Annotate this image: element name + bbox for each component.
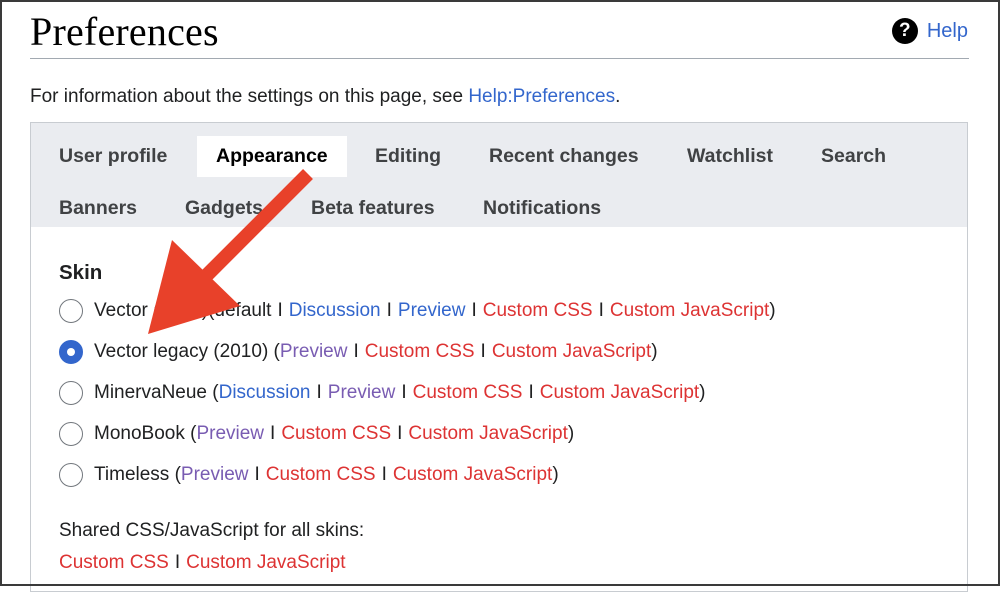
separator: I (277, 300, 283, 321)
tab-search[interactable]: Search (821, 145, 886, 168)
close-paren: ) (769, 300, 776, 321)
tab-gadgets[interactable]: Gadgets (185, 197, 263, 220)
skin-name: Vector legacy (2010) (94, 341, 269, 362)
radio-vector-2022[interactable] (59, 299, 83, 323)
intro-suffix: . (615, 86, 621, 107)
preview-link[interactable]: Preview (181, 464, 249, 486)
shared-custom-css-link[interactable]: Custom CSS (59, 552, 169, 573)
question-circle-icon: ? (891, 18, 918, 44)
separator: I (401, 382, 407, 403)
separator: I (397, 423, 403, 444)
skin-name: MonoBook (94, 423, 185, 444)
tab-notifications[interactable]: Notifications (483, 197, 601, 220)
custom-javascript-link[interactable]: Custom JavaScript (540, 382, 699, 404)
preferences-panel: User profile Appearance Editing Recent c… (30, 122, 968, 592)
custom-javascript-link[interactable]: Custom JavaScript (393, 464, 552, 486)
preview-link[interactable]: Preview (328, 382, 396, 404)
tab-user-profile[interactable]: User profile (59, 145, 167, 168)
tab-banners[interactable]: Banners (59, 197, 137, 220)
separator: I (480, 341, 486, 362)
skin-option-monobook: MonoBook (Preview I Custom CSS I Custom … (59, 422, 574, 446)
custom-javascript-link[interactable]: Custom JavaScript (492, 341, 651, 363)
discussion-link[interactable]: Discussion (219, 382, 311, 404)
preferences-tabs: User profile Appearance Editing Recent c… (31, 123, 967, 227)
close-paren: ) (651, 341, 658, 362)
shared-css-js-label: Shared CSS/JavaScript for all skins: (59, 520, 365, 541)
skin-option-vector-legacy: Vector legacy (2010) (Preview I Custom C… (59, 340, 658, 364)
shared-css-js-links: Custom CSS I Custom JavaScript (59, 552, 346, 574)
preview-link[interactable]: Preview (398, 300, 466, 322)
separator: I (471, 300, 477, 321)
help-label: Help (926, 19, 968, 42)
close-paren: ) (699, 382, 706, 403)
skin-name: MinervaNeue (94, 382, 207, 403)
radio-timeless[interactable] (59, 463, 83, 487)
skin-option-vector-2022: Vector (2022) (default I Discussion I Pr… (59, 299, 776, 323)
intro-text-body: For information about the settings on th… (30, 86, 469, 107)
custom-css-link[interactable]: Custom CSS (281, 423, 391, 445)
custom-css-link[interactable]: Custom CSS (413, 382, 523, 404)
separator: I (353, 341, 359, 362)
separator: I (254, 464, 260, 485)
tab-appearance[interactable]: Appearance (197, 136, 347, 177)
separator: I (598, 300, 604, 321)
custom-css-link[interactable]: Custom CSS (266, 464, 376, 486)
separator: I (386, 300, 392, 321)
radio-monobook[interactable] (59, 422, 83, 446)
preview-link[interactable]: Preview (196, 423, 264, 445)
radio-vector-legacy[interactable] (59, 340, 83, 364)
skin-option-minervaneue: MinervaNeue (Discussion I Preview I Cust… (59, 381, 706, 405)
separator: I (174, 552, 181, 573)
default-marker: (default (208, 300, 272, 321)
title-divider (30, 58, 969, 59)
custom-javascript-link[interactable]: Custom JavaScript (408, 423, 567, 445)
custom-css-link[interactable]: Custom CSS (365, 341, 475, 363)
tab-beta-features[interactable]: Beta features (311, 197, 435, 220)
preview-link[interactable]: Preview (280, 341, 348, 363)
separator: I (270, 423, 276, 444)
custom-javascript-link[interactable]: Custom JavaScript (610, 300, 769, 322)
separator: I (528, 382, 534, 403)
help-preferences-link[interactable]: Help:Preferences (468, 86, 615, 107)
tab-watchlist[interactable]: Watchlist (687, 145, 773, 168)
separator: I (381, 464, 387, 485)
discussion-link[interactable]: Discussion (289, 300, 381, 322)
custom-css-link[interactable]: Custom CSS (483, 300, 593, 322)
radio-minervaneue[interactable] (59, 381, 83, 405)
skin-name: Timeless (94, 464, 170, 485)
tab-editing[interactable]: Editing (375, 145, 441, 168)
shared-custom-javascript-link[interactable]: Custom JavaScript (186, 552, 345, 573)
skin-option-timeless: Timeless (Preview I Custom CSS I Custom … (59, 463, 559, 487)
skin-name: Vector (2022) (94, 300, 209, 321)
intro-text: For information about the settings on th… (30, 86, 620, 108)
skin-section-title: Skin (59, 261, 103, 284)
close-paren: ) (567, 423, 575, 444)
help-link[interactable]: ? Help (891, 18, 968, 44)
page-title: Preferences (30, 9, 219, 54)
separator: I (316, 382, 322, 403)
tab-recent-changes[interactable]: Recent changes (489, 145, 639, 168)
close-paren: ) (552, 464, 559, 485)
